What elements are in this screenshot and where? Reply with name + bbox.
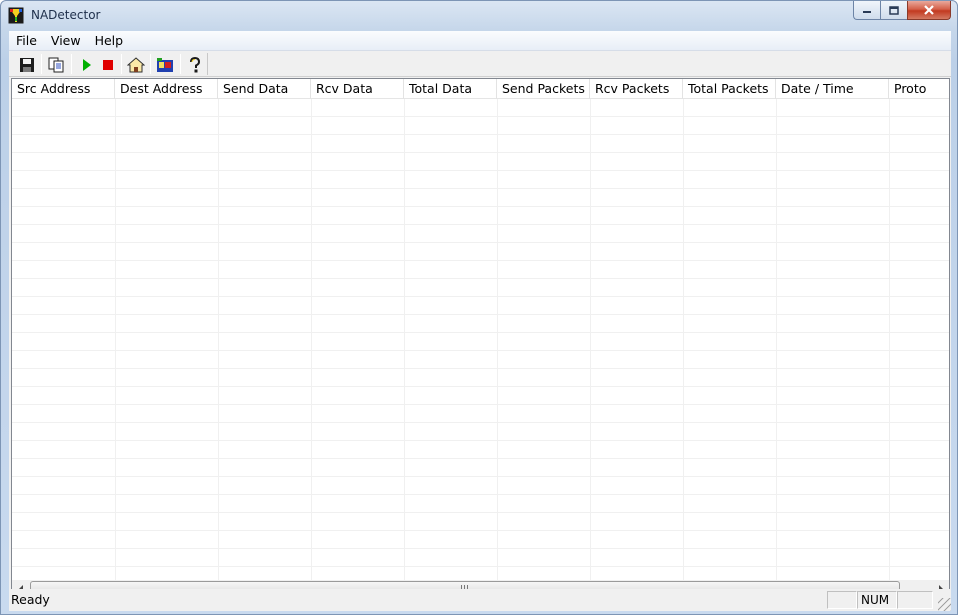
status-pane-caps: [827, 591, 857, 609]
empty-row-gridline: [12, 441, 949, 459]
column-header-total-packets[interactable]: Total Packets: [683, 79, 776, 99]
minimize-icon: [863, 11, 871, 13]
column-header-src-address[interactable]: Src Address: [12, 79, 115, 99]
empty-row-gridline: [12, 351, 949, 369]
empty-row-gridline: [12, 207, 949, 225]
size-grip[interactable]: [938, 598, 951, 611]
maximize-icon: [889, 5, 899, 15]
minimize-button[interactable]: [853, 1, 880, 20]
help-button[interactable]: [184, 54, 206, 75]
empty-row-gridline: [12, 513, 949, 531]
empty-row-gridline: [12, 135, 949, 153]
status-text: Ready: [11, 592, 50, 607]
empty-row-gridline: [12, 369, 949, 387]
column-gridline: [776, 99, 777, 580]
column-header-dest-address[interactable]: Dest Address: [115, 79, 218, 99]
empty-row-gridline: [12, 423, 949, 441]
empty-row-gridline: [12, 387, 949, 405]
empty-row-gridline: [12, 117, 949, 135]
title-bar[interactable]: NADetector: [1, 1, 957, 31]
caption-buttons: [853, 1, 951, 21]
toolbar-separator: [121, 54, 122, 74]
help-icon: [190, 56, 201, 72]
list-body: [12, 99, 949, 580]
adapter-icon: [157, 57, 173, 72]
empty-row-gridline: [12, 333, 949, 351]
empty-row-gridline: [12, 279, 949, 297]
toolbar: [9, 51, 951, 77]
save-button[interactable]: [16, 54, 38, 75]
maximize-button[interactable]: [880, 1, 907, 20]
empty-row-gridline: [12, 315, 949, 333]
connections-list[interactable]: Src Address Dest Address Send Data Rcv D…: [11, 78, 950, 598]
empty-row-gridline: [12, 225, 949, 243]
column-gridline: [497, 99, 498, 580]
empty-row-gridline: [12, 297, 949, 315]
empty-row-gridline: [12, 153, 949, 171]
status-pane-num: NUM: [857, 591, 897, 609]
stop-icon: [103, 59, 113, 70]
close-button[interactable]: [907, 1, 951, 20]
empty-row-gridline: [12, 405, 949, 423]
list-header: Src Address Dest Address Send Data Rcv D…: [12, 79, 949, 99]
save-icon: [20, 57, 34, 72]
column-gridline: [115, 99, 116, 580]
column-gridline: [404, 99, 405, 580]
empty-row-gridline: [12, 531, 949, 549]
column-gridline: [590, 99, 591, 580]
empty-row-gridline: [12, 549, 949, 567]
home-icon: [127, 56, 145, 72]
main-window: NADetector File View Help Src Address De…: [0, 0, 958, 615]
empty-row-gridline: [12, 99, 949, 117]
menu-file[interactable]: File: [9, 31, 44, 51]
menu-view[interactable]: View: [44, 31, 88, 51]
column-gridline: [889, 99, 890, 580]
start-icon: [83, 58, 91, 71]
status-pane-scroll: [897, 591, 933, 609]
column-gridline: [683, 99, 684, 580]
copy-button[interactable]: [45, 54, 67, 75]
column-gridline: [218, 99, 219, 580]
column-header-rcv-packets[interactable]: Rcv Packets: [590, 79, 683, 99]
stop-button[interactable]: [97, 54, 119, 75]
column-header-send-data[interactable]: Send Data: [218, 79, 311, 99]
close-icon: [924, 5, 934, 15]
empty-row-gridline: [12, 189, 949, 207]
toolbar-separator: [41, 54, 42, 74]
adapter-button[interactable]: [154, 54, 176, 75]
toolbar-separator: [180, 54, 181, 74]
menu-help[interactable]: Help: [88, 31, 131, 51]
copy-icon: [48, 57, 64, 72]
column-header-send-packets[interactable]: Send Packets: [497, 79, 590, 99]
empty-row-gridline: [12, 243, 949, 261]
menu-bar: File View Help: [9, 31, 951, 51]
status-bar: Ready NUM: [9, 589, 951, 611]
toolbar-separator: [71, 54, 72, 74]
toolbar-end-divider: [207, 53, 208, 75]
client-area: File View Help Src Address Dest Address …: [9, 31, 951, 611]
empty-row-gridline: [12, 171, 949, 189]
window-title: NADetector: [31, 8, 101, 22]
start-button[interactable]: [75, 54, 97, 75]
toolbar-separator: [150, 54, 151, 74]
column-gridline: [311, 99, 312, 580]
column-header-rcv-data[interactable]: Rcv Data: [311, 79, 404, 99]
column-header-proto[interactable]: Proto: [889, 79, 949, 99]
empty-row-gridline: [12, 459, 949, 477]
column-header-date-time[interactable]: Date / Time: [776, 79, 889, 99]
home-button[interactable]: [125, 54, 147, 75]
empty-row-gridline: [12, 477, 949, 495]
empty-row-gridline: [12, 495, 949, 513]
nadetector-app-icon: [8, 7, 24, 24]
empty-row-gridline: [12, 261, 949, 279]
column-header-total-data[interactable]: Total Data: [404, 79, 497, 99]
